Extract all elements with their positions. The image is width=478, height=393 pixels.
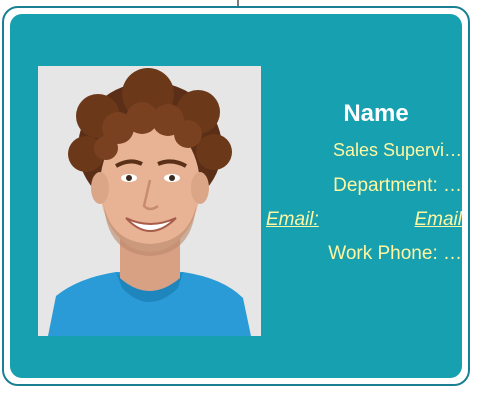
- employee-name: Name: [343, 100, 409, 127]
- employee-card-body: Name Sales Supervi… Department: … Email:…: [10, 14, 462, 378]
- employee-photo: [38, 66, 261, 336]
- employee-department: Department: …: [333, 175, 462, 196]
- employee-photo-image: [38, 66, 261, 336]
- employee-work-phone: Work Phone: …: [328, 243, 462, 264]
- employee-details: Name Sales Supervi… Department: … Email:…: [266, 98, 462, 266]
- employee-email-row: Email: Email: [266, 208, 462, 232]
- email-label-link[interactable]: Email:: [266, 208, 319, 232]
- employee-job-title: Sales Supervi…: [332, 140, 462, 160]
- employee-card: Name Sales Supervi… Department: … Email:…: [2, 6, 470, 386]
- email-value-link[interactable]: Email: [414, 208, 462, 232]
